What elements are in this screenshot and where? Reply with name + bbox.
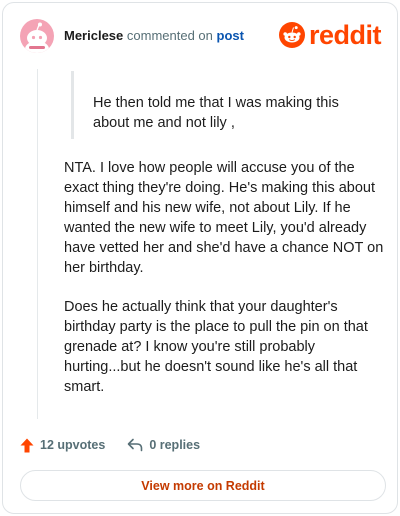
- avatar-snoo-icon: [25, 22, 49, 53]
- reply-count: 0 replies: [149, 438, 201, 452]
- quoted-text: He then told me that I was making this a…: [71, 71, 371, 139]
- byline: Mericlese commented on post: [64, 28, 244, 43]
- post-link[interactable]: post: [217, 28, 244, 43]
- reddit-logo-icon: [278, 22, 305, 48]
- comment-paragraph: NTA. I love how people will accuse you o…: [64, 160, 384, 276]
- comment-embed-card: Mericlese commented on post reddit He th…: [2, 2, 398, 514]
- thread-line: [37, 69, 38, 419]
- username-link[interactable]: Mericlese: [64, 28, 123, 43]
- reply-icon: [128, 438, 143, 452]
- view-more-button[interactable]: View more on Reddit: [20, 470, 386, 501]
- commented-on-text: commented on: [126, 28, 213, 43]
- comment-actions: 12 upvotes 0 replies: [20, 435, 200, 455]
- reddit-logo[interactable]: reddit: [278, 20, 382, 50]
- comment-body: NTA. I love how people will accuse you o…: [64, 158, 384, 416]
- reply-button[interactable]: 0 replies: [127, 438, 200, 452]
- comment-header: Mericlese commented on post reddit: [20, 18, 382, 54]
- upvote-arrow-icon: [20, 438, 34, 452]
- upvote-button[interactable]: 12 upvotes: [20, 438, 105, 453]
- reddit-wordmark: reddit: [308, 20, 382, 50]
- comment-paragraph: Does he actually think that your daughte…: [64, 299, 368, 395]
- upvote-count: 12 upvotes: [40, 438, 106, 452]
- avatar[interactable]: [20, 19, 54, 53]
